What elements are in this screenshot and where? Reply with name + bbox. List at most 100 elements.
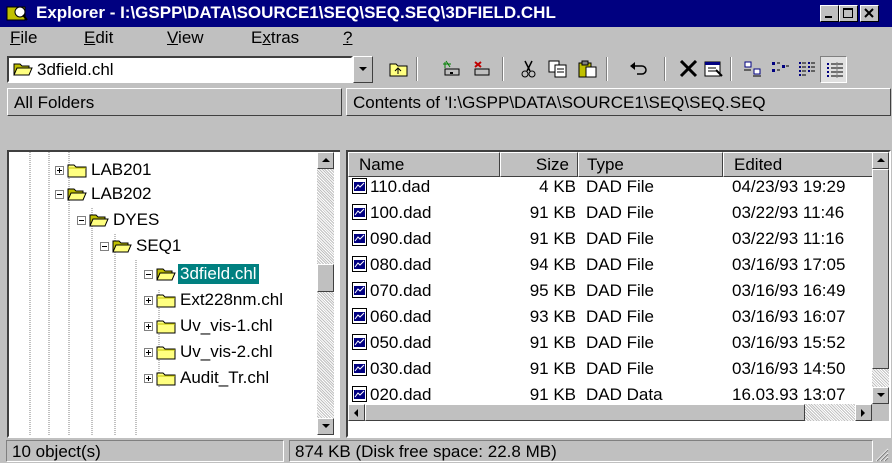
file-size: 91 KB [529, 203, 576, 222]
properties-button[interactable] [700, 56, 727, 83]
list-hscroll-thumb[interactable] [365, 404, 805, 421]
scroll-up-button[interactable] [317, 152, 334, 169]
dad-file-icon [352, 282, 367, 298]
toolbar: 3dfield.chl [0, 51, 892, 85]
minimize-icon [825, 16, 832, 18]
menu-file[interactable]: File [10, 28, 37, 48]
title-bar[interactable]: Explorer - I:\GSPP\DATA\SOURCE1\SEQ\SEQ.… [0, 0, 892, 27]
dad-file-icon [352, 204, 367, 220]
scroll-down-button[interactable] [872, 387, 889, 404]
file-row[interactable]: 110.dad 4 KB DAD File 04/23/93 19:29 [348, 176, 872, 198]
up-one-level-button[interactable] [385, 56, 412, 83]
chevron-down-icon [359, 67, 367, 71]
scroll-down-button[interactable] [317, 418, 334, 435]
file-type: DAD File [586, 359, 655, 378]
file-name: 050.dad [370, 333, 432, 352]
explorer-app-icon[interactable] [6, 4, 28, 22]
contents-label: Contents of 'I:\GSPP\DATA\SOURCE1\SEQ\SE… [353, 93, 766, 112]
file-row[interactable]: 050.dad 91 KB DAD File 03/16/93 15:52 [348, 332, 872, 354]
delete-button[interactable] [675, 56, 702, 83]
arrow-left-icon [354, 409, 358, 417]
list-horizontal-scrollbar[interactable] [348, 404, 872, 421]
address-combo[interactable]: 3dfield.chl [7, 56, 353, 83]
menu-view[interactable]: View [167, 28, 204, 48]
scroll-left-button[interactable] [348, 404, 365, 421]
collapse-icon[interactable] [100, 242, 109, 251]
large-icons-icon [744, 61, 761, 77]
all-folders-header: All Folders [7, 88, 342, 116]
file-type: DAD File [586, 333, 655, 352]
tree-scroll-thumb[interactable] [317, 264, 334, 292]
file-name: 080.dad [370, 255, 432, 274]
menu-help[interactable]: ? [343, 28, 352, 48]
file-type: DAD File [586, 307, 655, 326]
close-button[interactable] [860, 5, 879, 22]
expand-icon[interactable] [144, 296, 153, 305]
delete-icon [679, 60, 698, 78]
file-edited: 03/16/93 14:50 [732, 359, 846, 378]
large-icons-button[interactable] [739, 56, 766, 83]
resize-grip-icon[interactable] [873, 446, 889, 462]
menu-edit[interactable]: Edit [84, 28, 113, 48]
closed-folder-icon [156, 346, 176, 360]
toolbar-separator [606, 57, 608, 81]
file-row[interactable]: 090.dad 91 KB DAD File 03/22/93 11:16 [348, 228, 872, 250]
maximize-button[interactable] [839, 5, 858, 22]
tree-rows: LAB201 LAB202 DYES SEQ1 3dfield.chl Ext2… [9, 152, 314, 436]
disconnect-drive-button[interactable] [468, 56, 495, 83]
list-vertical-scrollbar[interactable] [872, 152, 889, 404]
scroll-up-button[interactable] [872, 152, 889, 169]
expand-icon[interactable] [55, 166, 64, 175]
disconnect-drive-icon [474, 61, 490, 76]
list-view-button[interactable] [793, 56, 820, 83]
copy-button[interactable] [544, 56, 571, 83]
scroll-right-button[interactable] [855, 404, 872, 421]
column-header-name[interactable]: Name [348, 152, 500, 177]
file-row[interactable]: 070.dad 95 KB DAD File 03/16/93 16:49 [348, 280, 872, 302]
list-scroll-thumb[interactable] [872, 169, 889, 369]
expand-icon[interactable] [144, 348, 153, 357]
menu-bar: File Edit View Extras ? [0, 27, 892, 51]
small-icons-icon [772, 62, 789, 72]
arrow-up-icon [877, 158, 885, 162]
selected-folder-label: 3dfield.chl [178, 264, 259, 284]
paste-button[interactable] [574, 56, 601, 83]
open-folder-icon [89, 214, 109, 227]
file-name: 070.dad [370, 281, 432, 300]
file-row[interactable]: 080.dad 94 KB DAD File 03/16/93 17:05 [348, 254, 872, 276]
map-network-drive-button[interactable] [438, 56, 465, 83]
scroll-corner [872, 404, 889, 421]
expand-icon[interactable] [144, 374, 153, 383]
window-title: Explorer - I:\GSPP\DATA\SOURCE1\SEQ\SEQ.… [36, 3, 556, 22]
open-folder-icon [156, 268, 176, 281]
menu-extras[interactable]: Extras [251, 28, 299, 48]
expand-icon[interactable] [144, 322, 153, 331]
file-row[interactable]: 030.dad 91 KB DAD File 03/16/93 14:50 [348, 358, 872, 380]
dad-file-icon [352, 386, 367, 402]
arrow-down-icon [877, 393, 885, 397]
details-view-button[interactable] [820, 56, 847, 83]
file-size: 91 KB [529, 229, 576, 248]
collapse-icon[interactable] [144, 270, 153, 279]
undo-icon [630, 62, 647, 75]
collapse-icon[interactable] [55, 190, 64, 199]
column-header-edited[interactable]: Edited [723, 152, 873, 177]
close-icon [864, 8, 874, 18]
tree-vertical-scrollbar[interactable] [317, 152, 334, 435]
file-rows: 110.dad 4 KB DAD File 04/23/93 19:29 100.dad… [348, 176, 872, 421]
file-row[interactable]: 060.dad 93 KB DAD File 03/16/93 16:07 [348, 306, 872, 328]
undo-button[interactable] [625, 56, 652, 83]
toolbar-separator [416, 57, 418, 81]
closed-folder-icon [156, 294, 176, 308]
column-header-type[interactable]: Type [578, 152, 723, 177]
file-row[interactable]: 020.dad 91 KB DAD Data 16.03.93 13:07 [348, 384, 872, 406]
address-dropdown-button[interactable] [353, 56, 373, 83]
file-row[interactable]: 100.dad 91 KB DAD File 03/22/93 11:46 [348, 202, 872, 224]
file-edited: 03/16/93 16:49 [732, 281, 846, 300]
small-icons-button[interactable] [766, 56, 793, 83]
collapse-icon[interactable] [77, 216, 86, 225]
cut-button[interactable] [515, 56, 542, 83]
minimize-button[interactable] [820, 5, 839, 22]
file-edited: 03/16/93 16:07 [732, 307, 846, 326]
column-header-size[interactable]: Size [500, 152, 578, 177]
